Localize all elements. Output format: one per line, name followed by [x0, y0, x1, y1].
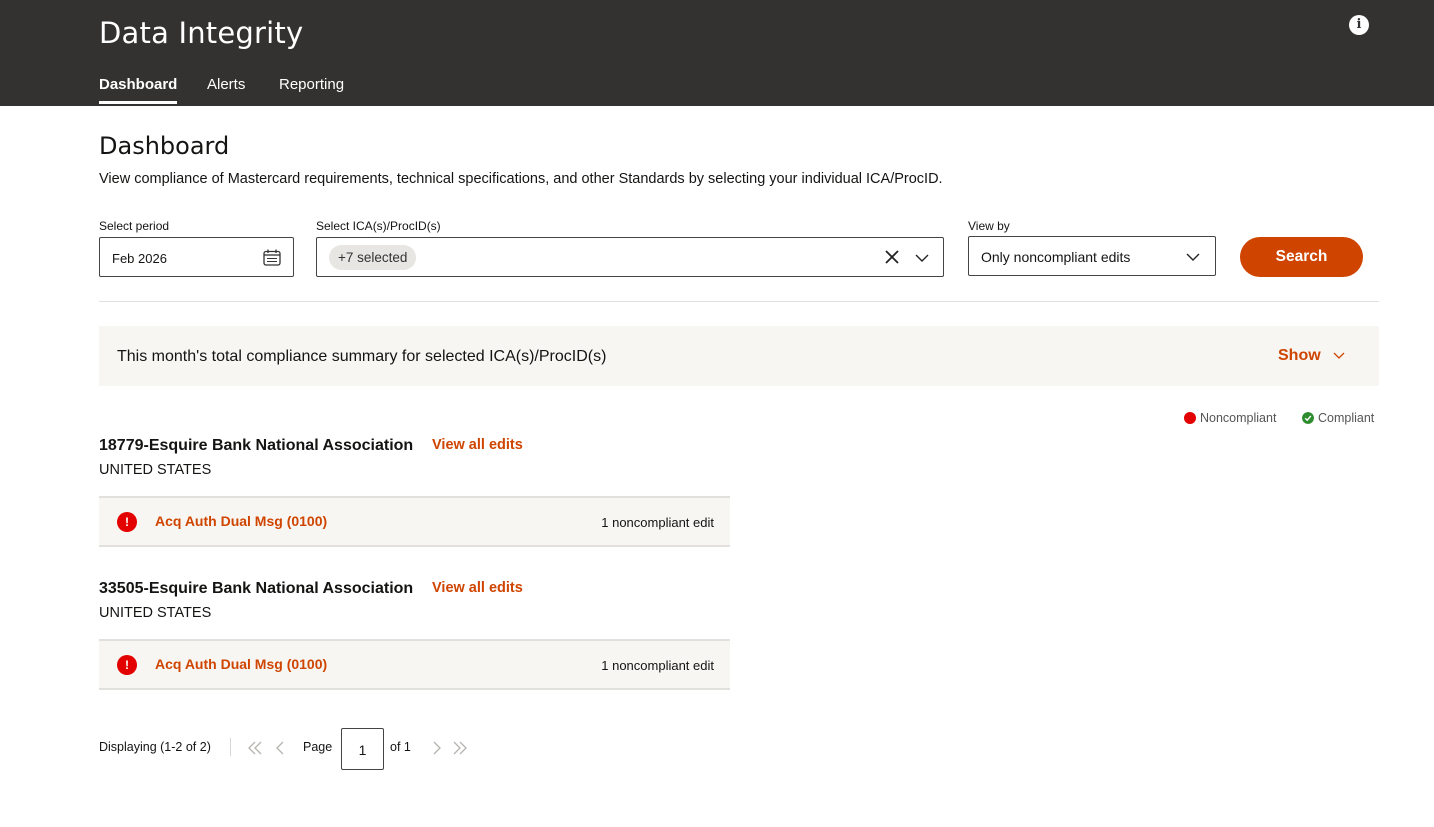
calendar-icon[interactable] — [263, 249, 281, 266]
edit-name-link[interactable]: Acq Auth Dual Msg (0100) — [155, 513, 327, 529]
page-label: Page — [303, 740, 333, 754]
tab-dashboard[interactable]: Dashboard — [99, 76, 178, 104]
next-page-icon[interactable] — [428, 740, 446, 756]
close-icon[interactable] — [883, 248, 901, 266]
page-number-input[interactable]: 1 — [341, 728, 384, 770]
info-icon[interactable]: i — [1349, 15, 1369, 35]
country-label: UNITED STATES — [99, 462, 212, 478]
check-circle-icon — [1302, 412, 1314, 424]
edit-count: 1 noncompliant edit — [601, 658, 714, 673]
ica-section-title: 18779-Esquire Bank National Association — [99, 437, 414, 454]
search-button[interactable]: Search — [1240, 237, 1363, 277]
chevron-down-icon — [1186, 253, 1200, 261]
compliance-summary-panel: This month's total compliance summary fo… — [99, 326, 1379, 386]
period-picker[interactable]: Feb 2026 — [99, 237, 294, 277]
page-description: View compliance of Mastercard requiremen… — [99, 171, 943, 187]
period-label: Select period — [99, 219, 170, 233]
divider — [99, 301, 1379, 302]
show-summary-button[interactable]: Show — [1278, 347, 1321, 365]
ica-label: Select ICA(s)/ProcID(s) — [316, 219, 441, 233]
viewby-label: View by — [968, 219, 1010, 233]
tab-alerts[interactable]: Alerts — [207, 76, 245, 104]
viewby-value: Only noncompliant edits — [981, 249, 1131, 265]
app-header: Data Integrity i Dashboard Alerts Report… — [0, 0, 1434, 106]
edit-row[interactable]: ! Acq Auth Dual Msg (0100) 1 noncomplian… — [99, 639, 730, 690]
last-page-icon[interactable] — [451, 740, 469, 756]
noncompliant-legend-icon — [1184, 412, 1196, 424]
exclamation-circle-icon: ! — [117, 512, 137, 532]
view-all-edits-link[interactable]: View all edits — [432, 437, 523, 453]
selected-count-chip: +7 selected — [329, 245, 417, 270]
view-all-edits-link[interactable]: View all edits — [432, 580, 523, 596]
edit-row[interactable]: ! Acq Auth Dual Msg (0100) 1 noncomplian… — [99, 496, 730, 547]
chevron-down-icon[interactable] — [914, 250, 930, 266]
viewby-select[interactable]: Only noncompliant edits — [968, 236, 1216, 276]
exclamation-circle-icon: ! — [117, 655, 137, 675]
app-title: Data Integrity — [99, 16, 304, 50]
legend-compliant: Compliant — [1318, 411, 1375, 425]
pagination-display: Displaying (1-2 of 2) — [99, 740, 211, 754]
period-value: Feb 2026 — [112, 251, 167, 266]
legend-noncompliant: Noncompliant — [1200, 411, 1277, 425]
chevron-down-icon[interactable] — [1332, 349, 1346, 363]
edit-name-link[interactable]: Acq Auth Dual Msg (0100) — [155, 656, 327, 672]
edit-count: 1 noncompliant edit — [601, 515, 714, 530]
tab-reporting[interactable]: Reporting — [279, 76, 344, 104]
page-title: Dashboard — [99, 132, 230, 160]
country-label: UNITED STATES — [99, 605, 212, 621]
page-total-label: of 1 — [390, 740, 411, 754]
summary-text: This month's total compliance summary fo… — [117, 348, 607, 365]
ica-section-title: 33505-Esquire Bank National Association — [99, 580, 414, 597]
previous-page-icon[interactable] — [272, 740, 290, 756]
pagination-divider — [230, 738, 231, 756]
ica-multiselect[interactable]: +7 selected — [316, 237, 944, 277]
first-page-icon[interactable] — [246, 740, 264, 756]
